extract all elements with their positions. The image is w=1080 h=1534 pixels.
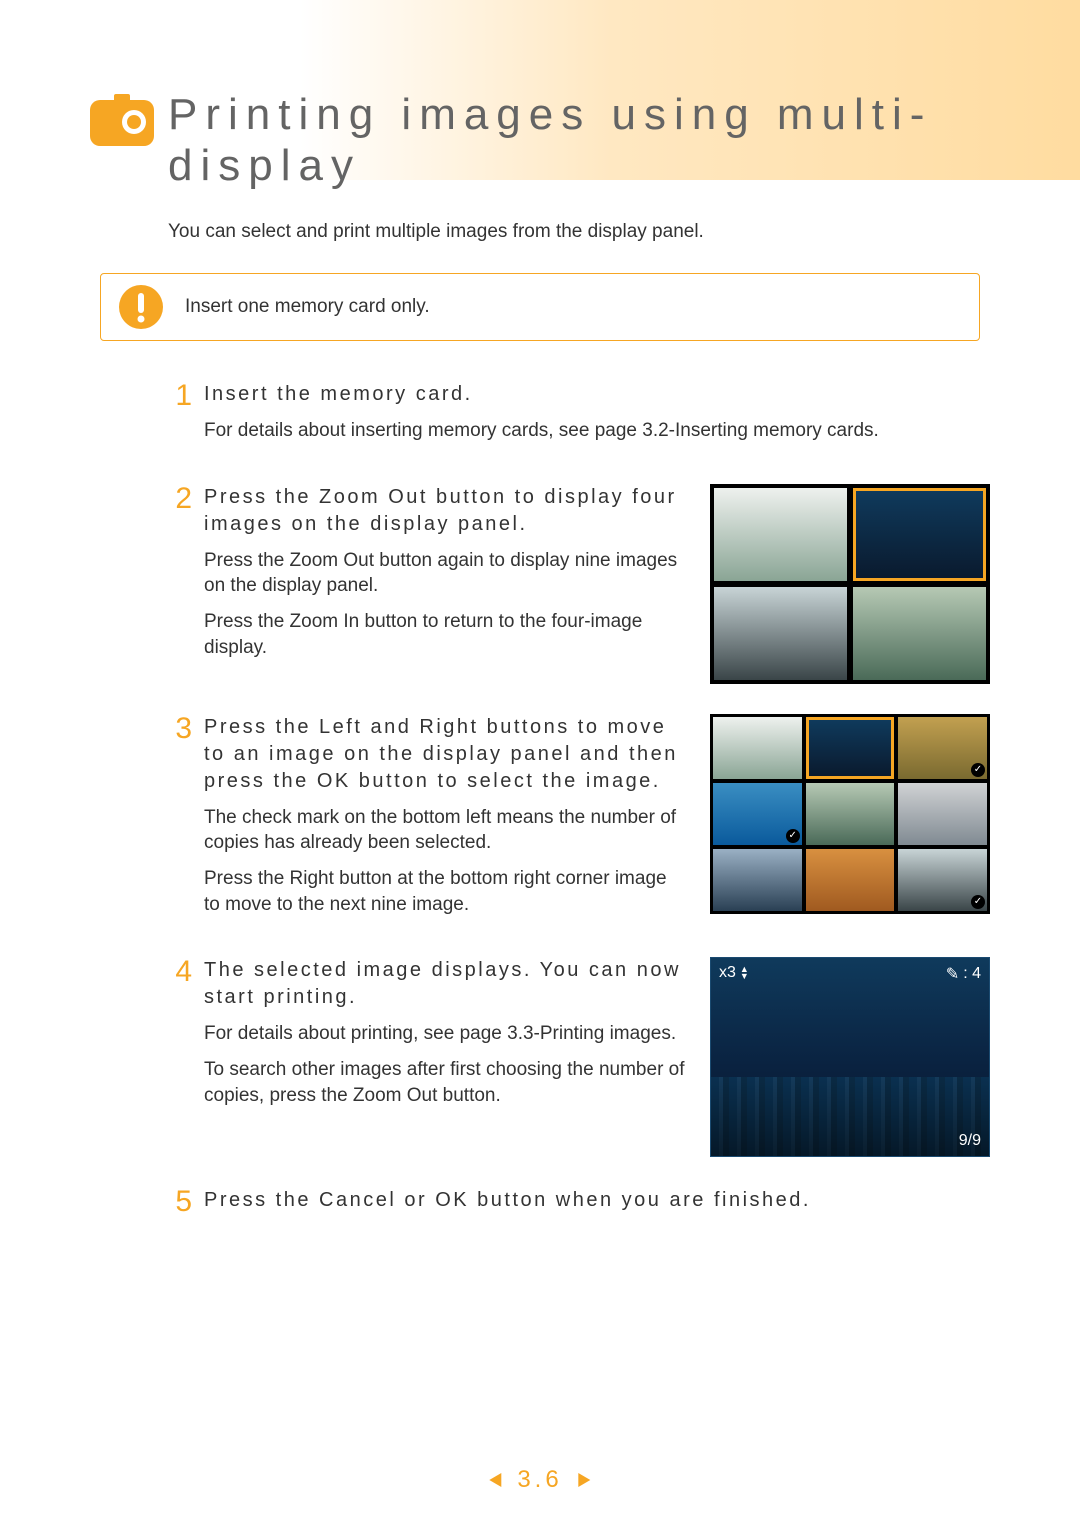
step-number: 2 bbox=[168, 484, 192, 514]
camera-icon bbox=[90, 94, 154, 146]
warning-icon bbox=[119, 285, 163, 329]
step-number: 3 bbox=[168, 714, 192, 744]
check-icon: ✓ bbox=[786, 829, 800, 843]
updown-icon: ▲▼ bbox=[740, 966, 749, 980]
copies-label: x3 bbox=[719, 964, 736, 982]
step-number: 1 bbox=[168, 381, 192, 411]
step-title: The selected image displays. You can now… bbox=[204, 957, 686, 1011]
thumbnail: ✓ bbox=[898, 717, 987, 779]
step-detail: Press the Zoom Out button again to displ… bbox=[204, 548, 686, 599]
figure-four-image-grid bbox=[710, 484, 990, 684]
step-detail: For details about printing, see page 3.3… bbox=[204, 1021, 686, 1047]
step-1: 1 Insert the memory card. For details ab… bbox=[168, 381, 990, 454]
step-title: Press the Cancel or OK button when you a… bbox=[204, 1187, 990, 1214]
thumbnail bbox=[898, 783, 987, 845]
step-number: 5 bbox=[168, 1187, 192, 1217]
check-icon: ✓ bbox=[971, 895, 985, 909]
print-count: : 4 bbox=[963, 965, 981, 983]
arrow-right-icon bbox=[575, 1471, 593, 1489]
step-title: Press the Left and Right buttons to move… bbox=[204, 714, 686, 795]
step-detail: For details about inserting memory cards… bbox=[204, 418, 990, 444]
step-detail: Press the Right button at the bottom rig… bbox=[204, 866, 686, 917]
warning-text: Insert one memory card only. bbox=[185, 296, 951, 318]
print-icon: ✎ bbox=[946, 964, 959, 984]
step-number: 4 bbox=[168, 957, 192, 987]
arrow-left-icon bbox=[487, 1471, 505, 1489]
thumbnail-selected bbox=[806, 717, 895, 779]
thumbnail: ✓ bbox=[713, 783, 802, 845]
step-3: 3 Press the Left and Right buttons to mo… bbox=[168, 714, 990, 928]
thumbnail bbox=[713, 849, 802, 911]
step-detail: Press the Zoom In button to return to th… bbox=[204, 609, 686, 660]
thumbnail-selected bbox=[853, 488, 986, 581]
title-row: Printing images using multi-display bbox=[90, 90, 990, 191]
page-number-text: 3.6 bbox=[517, 1466, 562, 1494]
figure-nine-image-grid: ✓ ✓ ✓ bbox=[710, 714, 990, 914]
image-position: 9/9 bbox=[959, 1132, 981, 1150]
warning-box: Insert one memory card only. bbox=[100, 273, 980, 341]
intro-text: You can select and print multiple images… bbox=[168, 221, 990, 243]
step-2: 2 Press the Zoom Out button to display f… bbox=[168, 484, 990, 684]
check-icon: ✓ bbox=[971, 763, 985, 777]
step-4: 4 The selected image displays. You can n… bbox=[168, 957, 990, 1157]
step-detail: To search other images after first choos… bbox=[204, 1057, 686, 1108]
thumbnail bbox=[714, 587, 847, 680]
step-detail: The check mark on the bottom left means … bbox=[204, 805, 686, 856]
step-title: Press the Zoom Out button to display fou… bbox=[204, 484, 686, 538]
page-content: Printing images using multi-display You … bbox=[0, 0, 1080, 1314]
thumbnail: ✓ bbox=[898, 849, 987, 911]
page-number: 3.6 bbox=[487, 1466, 592, 1494]
step-title: Insert the memory card. bbox=[204, 381, 990, 408]
step-5: 5 Press the Cancel or OK button when you… bbox=[168, 1187, 990, 1224]
figure-selected-image-preview: x3 ▲▼ ✎ : 4 9/9 bbox=[710, 957, 990, 1157]
thumbnail bbox=[853, 587, 986, 680]
thumbnail bbox=[806, 783, 895, 845]
thumbnail bbox=[713, 717, 802, 779]
thumbnail bbox=[714, 488, 847, 581]
page-title: Printing images using multi-display bbox=[168, 90, 990, 191]
thumbnail bbox=[806, 849, 895, 911]
steps-list: 1 Insert the memory card. For details ab… bbox=[168, 381, 990, 1224]
